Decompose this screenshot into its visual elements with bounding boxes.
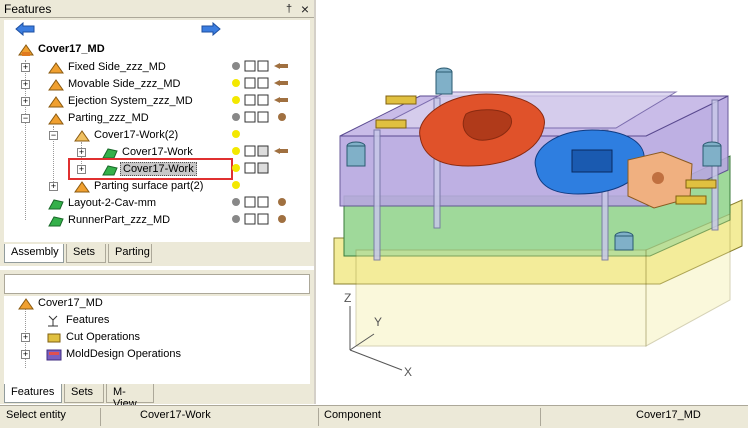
tree-item-label: Layout-2-Cav-mm	[68, 197, 157, 209]
component-icon	[74, 181, 90, 193]
tab-features[interactable]: Features	[4, 384, 62, 403]
assembly-tree: Cover17_MD + Fixed Side_zzz_MD + Movable…	[4, 40, 310, 242]
tree-item-label: Cut Operations	[66, 331, 140, 343]
row-status-icons	[232, 60, 288, 225]
axis-y-label: Y	[374, 315, 382, 329]
tab-m-view[interactable]: M-View	[106, 384, 154, 410]
navigation-row	[4, 20, 310, 40]
tree-item-label: Features	[66, 314, 110, 326]
tree-item-molddesign-operations[interactable]: + MoldDesign Operations	[4, 347, 304, 364]
status-entity: Cover17-Work	[140, 409, 211, 421]
expand-icon[interactable]: +	[21, 333, 30, 342]
document-root-label: Cover17_MD	[38, 297, 103, 309]
tree-item-label: MoldDesign Operations	[66, 348, 181, 360]
features-panel-title: Features	[4, 2, 52, 16]
axis-x-label: X	[404, 365, 412, 379]
expand-icon[interactable]: +	[49, 182, 58, 191]
part-icon	[48, 96, 64, 108]
tree-item-label: Ejection System_zzz_MD	[68, 95, 193, 107]
lower-panel-tabs: Features Sets M-View	[4, 384, 310, 410]
molddesign-icon	[46, 349, 62, 361]
forward-arrow-icon[interactable]	[200, 22, 222, 36]
document-root[interactable]: Cover17_MD	[4, 296, 304, 313]
tree-item-label: Fixed Side_zzz_MD	[68, 61, 166, 73]
tree-item-cut-operations[interactable]: + Cut Operations	[4, 330, 304, 347]
bulb-icon	[232, 62, 240, 223]
status-bar: Select entity Cover17-Work Component Cov…	[0, 405, 748, 428]
part-icon	[48, 79, 64, 91]
features-icon	[48, 315, 58, 327]
status-document: Cover17_MD	[636, 409, 701, 421]
collapse-icon[interactable]: −	[21, 114, 30, 123]
tab-sets[interactable]: Sets	[66, 244, 106, 263]
assembly-icon	[18, 44, 34, 56]
tree-item-label: Cover17-Work	[122, 146, 193, 158]
close-button[interactable]: ×	[298, 2, 312, 16]
tree-root[interactable]: Cover17_MD	[4, 42, 304, 59]
tree-item-label: Movable Side_zzz_MD	[68, 78, 181, 90]
part-icon	[48, 113, 64, 125]
tree-root-label: Cover17_MD	[38, 43, 105, 55]
tree-item-label: RunnerPart_zzz_MD	[68, 214, 171, 226]
axis-z-label: Z	[344, 291, 351, 305]
tree-item-label: Parting_zzz_MD	[68, 112, 149, 124]
lower-panel-header	[4, 274, 310, 294]
expand-icon[interactable]: +	[21, 97, 30, 106]
mold-assembly-model: Z Y X	[333, 67, 743, 379]
status-type: Component	[324, 409, 381, 421]
status-prompt: Select entity	[6, 409, 66, 421]
tab-parting[interactable]: Parting	[108, 244, 152, 263]
component-icon	[74, 130, 90, 142]
tree-item-label: Parting surface part(2)	[94, 180, 204, 192]
features-panel-tabs: Assembly Sets Parting	[4, 244, 310, 264]
lower-panel: Cover17_MD Features + Cut Operations + M…	[0, 270, 314, 410]
tree-item-label: Cover17-Work(2)	[94, 129, 179, 141]
runner-icon	[48, 216, 64, 227]
features-panel-titlebar: Features † ×	[0, 0, 314, 18]
features-panel: Features † × Cover17_MD + Fixed Side_zzz…	[0, 0, 314, 266]
tab-sets[interactable]: Sets	[64, 384, 104, 403]
collapse-icon[interactable]: −	[49, 131, 58, 140]
expand-icon[interactable]: +	[21, 63, 30, 72]
document-tree: Cover17_MD Features + Cut Operations + M…	[4, 296, 310, 384]
3d-viewport[interactable]: Z Y X	[316, 0, 748, 404]
assembly-icon	[18, 298, 34, 310]
pin-button[interactable]: †	[282, 2, 296, 16]
selection-highlight	[68, 158, 233, 180]
part-icon	[48, 62, 64, 74]
layout-icon	[48, 199, 64, 210]
tab-assembly[interactable]: Assembly	[4, 244, 64, 263]
cut-operations-icon	[47, 333, 61, 343]
expand-icon[interactable]: +	[21, 80, 30, 89]
expand-icon[interactable]: +	[77, 148, 86, 157]
tree-item-features[interactable]: Features	[4, 313, 304, 330]
expand-icon[interactable]: +	[21, 350, 30, 359]
back-arrow-icon[interactable]	[14, 22, 36, 36]
